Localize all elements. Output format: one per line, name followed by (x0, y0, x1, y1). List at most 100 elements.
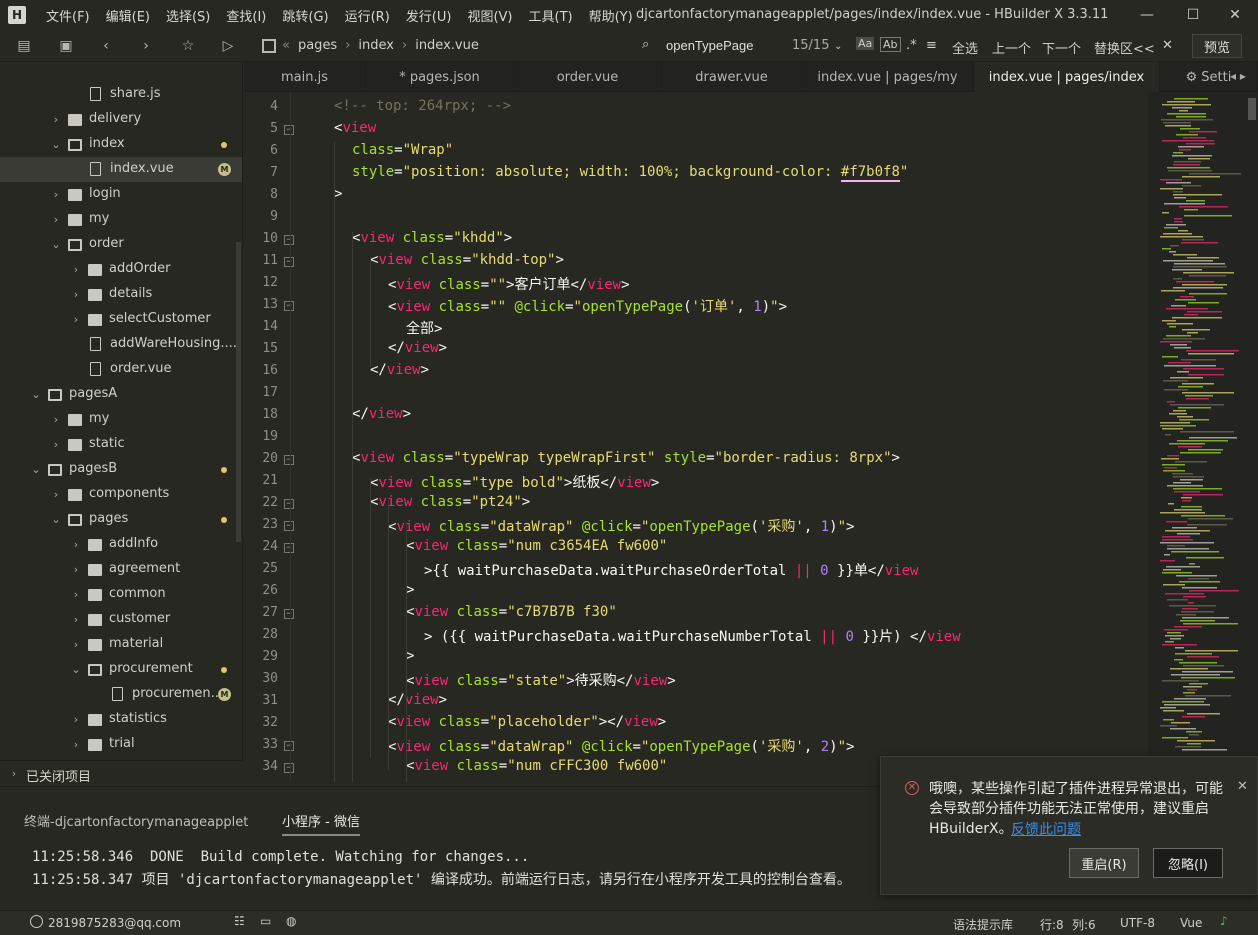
language-mode[interactable]: Vue (1180, 916, 1202, 930)
editor-tab[interactable]: * pages.json (366, 62, 514, 92)
code-line[interactable]: </view> (352, 406, 411, 422)
chevron-right-icon[interactable]: › (70, 263, 82, 276)
chevron-right-icon[interactable]: › (70, 613, 82, 626)
ignore-button[interactable]: 忽略(I) (1153, 848, 1223, 878)
close-notification-icon[interactable]: ✕ (1237, 779, 1248, 794)
tree-folder[interactable]: › trial (0, 732, 242, 757)
back-icon[interactable]: ‹ (96, 36, 116, 56)
chevron-down-icon[interactable]: ⌄ (70, 663, 82, 676)
editor-tab[interactable]: order.vue (514, 62, 662, 92)
globe-icon[interactable]: ◍ (286, 914, 296, 928)
user-account[interactable]: 2819875283@qq.com (48, 916, 181, 930)
tree-folder[interactable]: › selectCustomer (0, 307, 242, 332)
tree-folder[interactable]: › material (0, 632, 242, 657)
editor-scrollbar[interactable] (1248, 98, 1256, 120)
fold-toggle-icon[interactable]: − (284, 763, 294, 773)
minimap[interactable] (1148, 92, 1258, 782)
tab-miniprogram-wechat[interactable]: 小程序 - 微信 (282, 811, 360, 836)
code-line[interactable]: </view> (370, 362, 429, 378)
run-icon[interactable]: ▷ (218, 36, 238, 56)
restart-button[interactable]: 重启(R) (1069, 848, 1139, 878)
code-line[interactable]: 全部> (406, 318, 442, 338)
code-line[interactable]: <view class="num cFFC300 fw600" (406, 758, 667, 774)
code-line[interactable]: > (406, 582, 414, 598)
menu-item[interactable]: 查找(I) (218, 6, 274, 25)
menu-item[interactable]: 编辑(E) (98, 6, 158, 25)
tree-folder[interactable]: ⌄ pagesB (0, 457, 242, 482)
menu-item[interactable]: 跳转(G) (274, 6, 336, 25)
tree-file[interactable]: share.js (0, 82, 242, 107)
code-line[interactable]: > (406, 648, 414, 664)
cursor-column[interactable]: 列:6 (1072, 916, 1096, 933)
editor-tab[interactable]: index.vue | pages/my (802, 62, 974, 92)
list-view-icon[interactable]: ☷ (234, 914, 245, 928)
star-icon[interactable]: ☆ (178, 36, 198, 56)
tree-folder[interactable]: ⌄ pages (0, 507, 242, 532)
chevron-down-icon[interactable]: ⌄ (50, 138, 62, 151)
code-line[interactable]: style="position: absolute; width: 100%; … (352, 164, 908, 182)
whole-word-icon[interactable]: Ab (880, 37, 901, 52)
fold-toggle-icon[interactable]: − (284, 455, 294, 465)
fold-toggle-icon[interactable]: − (284, 543, 294, 553)
chevron-right-icon[interactable]: › (50, 213, 62, 226)
menu-item[interactable]: 选择(S) (158, 6, 218, 25)
chevron-right-icon[interactable]: › (70, 713, 82, 726)
fold-toggle-icon[interactable]: − (284, 499, 294, 509)
editor-tab[interactable]: drawer.vue (662, 62, 802, 92)
tree-folder[interactable]: › my (0, 207, 242, 232)
feedback-link[interactable]: 反馈此问题 (1011, 819, 1081, 839)
chevron-right-icon[interactable]: › (70, 563, 82, 576)
chevron-down-icon[interactable]: ⌄ (30, 463, 42, 476)
menu-item[interactable]: 工具(T) (521, 6, 581, 25)
code-line[interactable]: <view class="placeholder"></view> (388, 714, 666, 730)
find-prev-button[interactable]: 上一个 (992, 38, 1031, 57)
syntax-hint-library[interactable]: 语法提示库 (953, 916, 1013, 933)
match-case-icon[interactable]: Aa (856, 37, 875, 50)
code-editor[interactable]: 4 <!-- top: 264rpx; --> 5− <view 6 class="Wra… (244, 92, 1148, 782)
tree-folder[interactable]: › customer (0, 607, 242, 632)
maximize-icon[interactable]: ☐ (1170, 0, 1216, 30)
code-line[interactable]: <view class="c7B7B7B f30" (406, 604, 617, 620)
tree-folder[interactable]: › agreement (0, 557, 242, 582)
bell-icon[interactable]: ♪ (1220, 914, 1228, 928)
menu-item[interactable]: 帮助(Y) (581, 6, 641, 25)
code-line[interactable]: <view class="dataWrap" @click="openTypeP… (388, 736, 854, 756)
tree-folder[interactable]: ⌄ procurement (0, 657, 242, 682)
user-icon[interactable] (30, 915, 43, 928)
code-line[interactable]: <view class="khdd-top"> (370, 252, 564, 268)
close-window-icon[interactable]: ✕ (1212, 0, 1258, 30)
chevron-down-icon[interactable]: ⌄ (50, 238, 62, 251)
cursor-line[interactable]: 行:8 (1040, 916, 1064, 933)
code-line[interactable]: <view class="state">待采购</view> (406, 670, 676, 690)
fold-toggle-icon[interactable]: − (284, 125, 294, 135)
code-line[interactable]: <view class="type bold">纸板</view> (370, 472, 659, 492)
chevron-right-icon[interactable]: › (70, 638, 82, 651)
code-line[interactable]: > ({{ waitPurchaseData.waitPurchaseNumbe… (424, 626, 961, 646)
tree-folder[interactable]: ⌄ order (0, 232, 242, 257)
chevron-right-icon[interactable]: › (50, 188, 62, 201)
tree-folder[interactable]: › statistics (0, 707, 242, 732)
editor-tab[interactable]: index.vue | pages/index (974, 62, 1160, 92)
tab-terminal[interactable]: 终端-djcartonfactorymanageapplet (24, 811, 248, 830)
code-line[interactable]: <view class="khdd"> (352, 230, 512, 246)
encoding-indicator[interactable]: UTF-8 (1120, 916, 1155, 930)
menu-item[interactable]: 运行(R) (337, 6, 398, 25)
chevron-down-icon[interactable]: ⌄ (834, 41, 842, 52)
terminal-icon[interactable]: ▭ (260, 914, 271, 928)
tree-file[interactable]: index.vue M (0, 157, 242, 182)
chevron-right-icon[interactable]: › (50, 113, 62, 126)
code-line[interactable]: > (334, 186, 342, 202)
code-line[interactable]: >{{ waitPurchaseData.waitPurchaseOrderTo… (424, 560, 918, 580)
fold-toggle-icon[interactable]: − (284, 741, 294, 751)
breadcrumb-item-pages[interactable]: pages (298, 38, 337, 53)
chevron-right-icon[interactable]: › (70, 288, 82, 301)
code-line[interactable]: <view class="">客户订单</view> (388, 274, 630, 294)
tree-file[interactable]: order.vue (0, 357, 242, 382)
menu-item[interactable]: 视图(V) (459, 6, 520, 25)
tree-folder[interactable]: ⌄ pagesA (0, 382, 242, 407)
save-icon[interactable]: ▣ (56, 36, 76, 56)
chevron-right-icon[interactable]: › (70, 538, 82, 551)
code-line[interactable]: <view class="pt24"> (370, 494, 530, 510)
chevron-right-icon[interactable]: › (50, 413, 62, 426)
chevron-right-icon[interactable]: › (70, 738, 82, 751)
